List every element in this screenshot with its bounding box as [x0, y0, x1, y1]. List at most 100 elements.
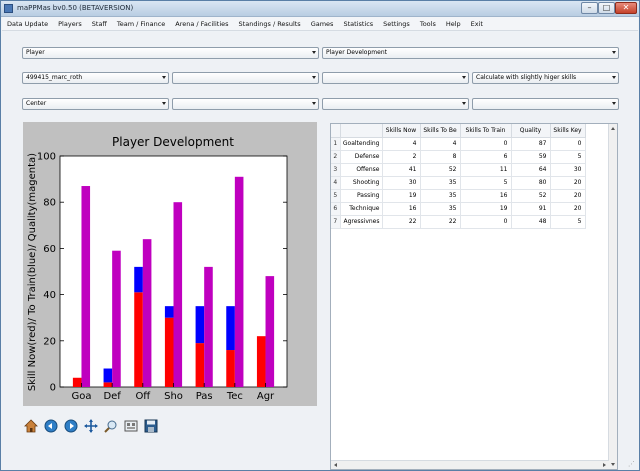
table-cell[interactable]: 5: [550, 150, 586, 164]
plot-toolbar: [23, 416, 163, 436]
table-cell[interactable]: 30: [382, 176, 421, 190]
table-row[interactable]: 4 Shooting 30 35 5 80 20: [331, 176, 586, 190]
table-cell[interactable]: 16: [460, 189, 512, 203]
home-icon[interactable]: [23, 418, 39, 434]
table-cell[interactable]: 41: [382, 163, 421, 177]
row-number: 7: [331, 215, 341, 229]
position-select[interactable]: Center: [22, 98, 169, 110]
menu-players[interactable]: Players: [53, 17, 87, 30]
table-cell[interactable]: 80: [511, 176, 551, 190]
x-tick-label: Agr: [257, 391, 275, 402]
chevron-down-icon: [462, 76, 466, 79]
table-cell[interactable]: 20: [550, 189, 586, 203]
menu-games[interactable]: Games: [306, 17, 339, 30]
table-cell[interactable]: 4: [420, 137, 461, 151]
window-title: maPPMas bv0.50 (BETAVERSION): [17, 4, 134, 12]
row-label: Offense: [340, 163, 383, 177]
table-cell[interactable]: 30: [550, 163, 586, 177]
col-header-skills-key[interactable]: Skills Key: [550, 124, 586, 138]
scroll-left-icon[interactable]: [334, 463, 337, 467]
table-cell[interactable]: 11: [460, 163, 512, 177]
scroll-up-icon[interactable]: [611, 127, 615, 130]
option-select-2[interactable]: [172, 72, 319, 84]
zoom-icon[interactable]: [103, 418, 119, 434]
table-cell[interactable]: 8: [420, 150, 461, 164]
scroll-right-icon[interactable]: [603, 463, 606, 467]
menu-data-update[interactable]: Data Update: [2, 17, 53, 30]
subplots-icon[interactable]: [123, 418, 139, 434]
table-cell[interactable]: 91: [511, 202, 551, 216]
table-cell[interactable]: 20: [550, 176, 586, 190]
x-tick-label: Pas: [196, 391, 213, 402]
menu-team-finance[interactable]: Team / Finance: [112, 17, 170, 30]
table-cell[interactable]: 59: [511, 150, 551, 164]
back-icon[interactable]: [43, 418, 59, 434]
table-cell[interactable]: 87: [511, 137, 551, 151]
table-row[interactable]: 1 Goaltending 4 4 0 87 0: [331, 137, 586, 151]
table-row[interactable]: 7 Agressivnes 22 22 0 48 5: [331, 215, 586, 229]
option-select-7[interactable]: [472, 98, 619, 110]
menu-arena-facilities[interactable]: Arena / Facilities: [170, 17, 233, 30]
calc-mode-select[interactable]: Calculate with slightly higer skills: [472, 72, 619, 84]
category-select[interactable]: Player: [22, 47, 319, 59]
x-tick-label: Off: [135, 391, 151, 402]
table-cell[interactable]: 6: [460, 150, 512, 164]
table-cell[interactable]: 52: [420, 163, 461, 177]
table-cell[interactable]: 52: [511, 189, 551, 203]
save-icon[interactable]: [143, 418, 159, 434]
table-row[interactable]: 3 Offense 41 52 11 64 30: [331, 163, 586, 177]
menu-statistics[interactable]: Statistics: [338, 17, 378, 30]
table-cell[interactable]: 4: [382, 137, 421, 151]
minimize-button[interactable]: –: [581, 2, 598, 14]
col-header-skills-to-train[interactable]: Skills To Train: [460, 124, 512, 138]
maximize-button[interactable]: □: [598, 2, 615, 14]
y-tick-label: 40: [43, 290, 56, 301]
menu-exit[interactable]: Exit: [466, 17, 488, 30]
menu-settings[interactable]: Settings: [378, 17, 415, 30]
table-cell[interactable]: 64: [511, 163, 551, 177]
option-select-3[interactable]: [322, 72, 469, 84]
table-cell[interactable]: 0: [550, 137, 586, 151]
table-cell[interactable]: 5: [550, 215, 586, 229]
x-tick-label: Def: [103, 391, 121, 402]
table-row[interactable]: 5 Passing 19 35 16 52 20: [331, 189, 586, 203]
table-cell[interactable]: 0: [460, 137, 512, 151]
col-header-quality[interactable]: Quality: [511, 124, 551, 138]
app-icon: [4, 4, 13, 13]
col-header-skills-to-be[interactable]: Skills To Be: [420, 124, 461, 138]
option-select-6[interactable]: [322, 98, 469, 110]
table-cell[interactable]: 22: [420, 215, 461, 229]
col-header-skills-now[interactable]: Skills Now: [382, 124, 421, 138]
table-cell[interactable]: 19: [382, 189, 421, 203]
table-cell[interactable]: 35: [420, 202, 461, 216]
table-cell[interactable]: 16: [382, 202, 421, 216]
table-cell[interactable]: 20: [550, 202, 586, 216]
table-cell[interactable]: 22: [382, 215, 421, 229]
resize-grip-icon[interactable]: ⋰: [628, 460, 636, 468]
table-cell[interactable]: 48: [511, 215, 551, 229]
table-cell[interactable]: 19: [460, 202, 512, 216]
horizontal-scrollbar[interactable]: [331, 460, 609, 469]
pan-icon[interactable]: [83, 418, 99, 434]
menu-help[interactable]: Help: [441, 17, 466, 30]
table-cell[interactable]: 35: [420, 189, 461, 203]
row-label: Passing: [340, 189, 383, 203]
table-cell[interactable]: 2: [382, 150, 421, 164]
menu-staff[interactable]: Staff: [87, 17, 112, 30]
table-cell[interactable]: 35: [420, 176, 461, 190]
table-row[interactable]: 6 Technique 16 35 19 91 20: [331, 202, 586, 216]
table-cell[interactable]: 0: [460, 215, 512, 229]
scroll-down-icon[interactable]: [611, 463, 615, 466]
row-label: Agressivnes: [340, 215, 383, 229]
table-cell[interactable]: 5: [460, 176, 512, 190]
forward-icon[interactable]: [63, 418, 79, 434]
menu-tools[interactable]: Tools: [415, 17, 441, 30]
bar-quality-off: [142, 239, 152, 387]
table-row[interactable]: 2 Defense 2 8 6 59 5: [331, 150, 586, 164]
close-button[interactable]: ✕: [615, 2, 637, 14]
option-select-5[interactable]: [172, 98, 319, 110]
menu-standings-results[interactable]: Standings / Results: [234, 17, 306, 30]
player-select[interactable]: 499415_marc_roth: [22, 72, 169, 84]
vertical-scrollbar[interactable]: [608, 124, 617, 469]
view-select[interactable]: Player Development: [322, 47, 619, 59]
